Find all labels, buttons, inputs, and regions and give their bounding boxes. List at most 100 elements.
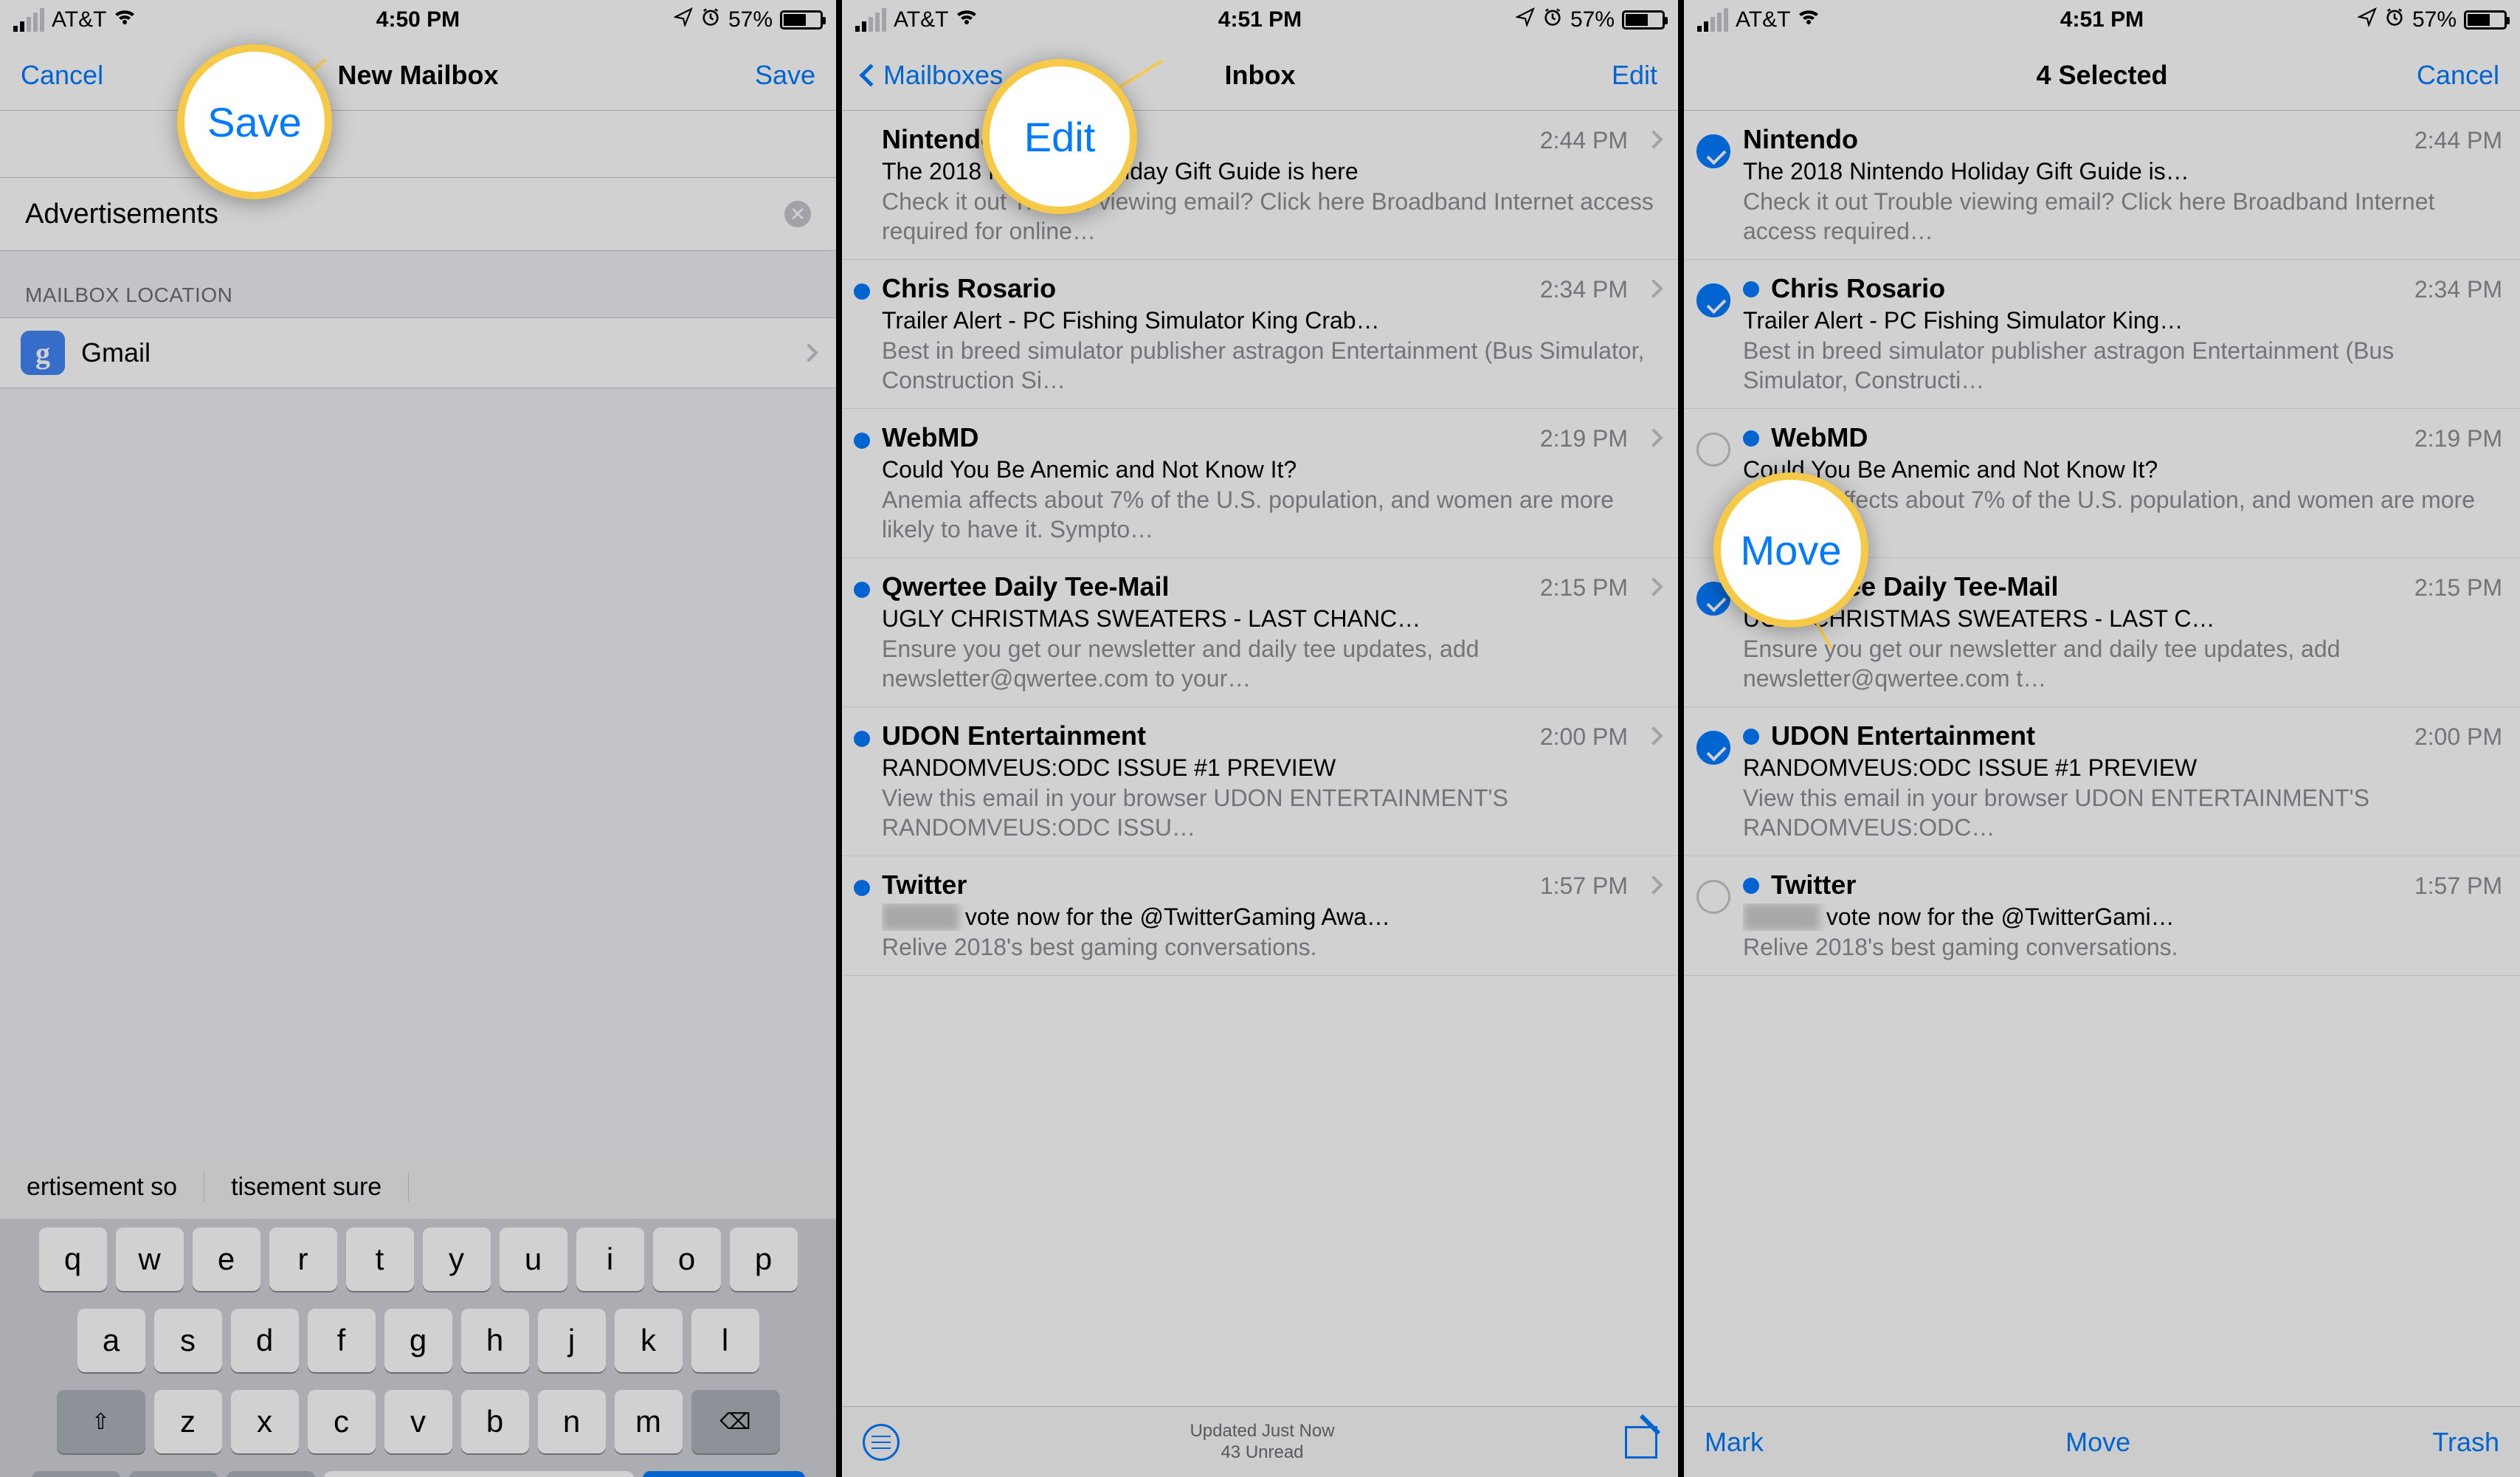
message-row[interactable]: WebMD2:19 PMCould You Be Anemic and Not … bbox=[842, 409, 1678, 558]
key-c[interactable]: c bbox=[308, 1390, 376, 1453]
status-bar: AT&T 4:51 PM 57% bbox=[842, 0, 1678, 40]
key-e[interactable]: e bbox=[193, 1228, 260, 1291]
key-l[interactable]: l bbox=[691, 1309, 759, 1372]
nav-bar: 4 Selected Cancel bbox=[1684, 40, 2520, 111]
key-n[interactable]: n bbox=[538, 1390, 606, 1453]
key-y[interactable]: y bbox=[423, 1228, 491, 1291]
sender-label: Chris Rosario bbox=[1771, 273, 2403, 304]
key-m[interactable]: m bbox=[615, 1390, 683, 1453]
message-list: Nintendo2:44 PMThe 2018 Nintendo Holiday… bbox=[842, 111, 1678, 1477]
subject-label: RANDOMVEUS:ODC ISSUE #1 PREVIEW bbox=[882, 754, 1660, 782]
battery-icon bbox=[2464, 10, 2507, 30]
time-label: 1:57 PM bbox=[2414, 872, 2502, 900]
key-z[interactable]: z bbox=[154, 1390, 222, 1453]
chevron-right-icon bbox=[1644, 726, 1663, 745]
message-row[interactable]: Nintendo2:44 PMThe 2018 Nintendo Holiday… bbox=[1684, 111, 2520, 260]
key-x[interactable]: x bbox=[231, 1390, 299, 1453]
message-row[interactable]: Twitter1:57 PMxxxxxx vote now for the @T… bbox=[1684, 856, 2520, 976]
key-q[interactable]: q bbox=[39, 1228, 107, 1291]
compose-button[interactable] bbox=[1625, 1426, 1657, 1459]
sender-label: WebMD bbox=[1771, 422, 2403, 453]
select-checkbox[interactable] bbox=[1696, 134, 1730, 168]
key-h[interactable]: h bbox=[461, 1309, 529, 1372]
updated-label: Updated Just Now bbox=[1190, 1421, 1334, 1442]
mailbox-name-input[interactable] bbox=[25, 199, 654, 230]
message-row[interactable]: UDON Entertainment2:00 PMRANDOMVEUS:ODC … bbox=[842, 707, 1678, 856]
key-Done[interactable]: Done bbox=[643, 1471, 805, 1477]
mark-button[interactable]: Mark bbox=[1705, 1427, 1764, 1458]
chevron-right-icon bbox=[1644, 279, 1663, 297]
preview-label: Check it out Trouble viewing email? Clic… bbox=[882, 187, 1660, 246]
suggestion[interactable]: ertisement so bbox=[0, 1173, 204, 1202]
chevron-right-icon bbox=[1644, 130, 1663, 148]
time-label: 2:19 PM bbox=[2414, 425, 2502, 452]
select-checkbox[interactable] bbox=[1696, 283, 1730, 317]
status-bar: AT&T 4:50 PM 57% bbox=[0, 0, 836, 40]
keyboard[interactable]: ertisement so tisement sure qwertyuiop a… bbox=[0, 1155, 836, 1477]
preview-label: Anemia affects about 7% of the U.S. popu… bbox=[882, 485, 1660, 544]
key-space[interactable]: space bbox=[324, 1471, 634, 1477]
key-w[interactable]: w bbox=[116, 1228, 184, 1291]
key-g[interactable]: g bbox=[384, 1309, 452, 1372]
key-i[interactable]: i bbox=[576, 1228, 644, 1291]
key-u[interactable]: u bbox=[500, 1228, 567, 1291]
subject-label: Could You Be Anemic and Not Know It? bbox=[1743, 456, 2502, 483]
subject-label: Trailer Alert - PC Fishing Simulator Kin… bbox=[1743, 307, 2502, 334]
message-row[interactable]: Chris Rosario2:34 PMTrailer Alert - PC F… bbox=[842, 260, 1678, 409]
suggestion[interactable]: tisement sure bbox=[204, 1173, 409, 1202]
status-bar: AT&T 4:51 PM 57% bbox=[1684, 0, 2520, 40]
message-row[interactable]: Nintendo2:44 PMThe 2018 Nintendo Holiday… bbox=[842, 111, 1678, 260]
key-s[interactable]: s bbox=[154, 1309, 222, 1372]
message-row[interactable]: Chris Rosario2:34 PMTrailer Alert - PC F… bbox=[1684, 260, 2520, 409]
screen-new-mailbox: AT&T 4:50 PM 57% Cancel New Mailbox Save bbox=[0, 0, 839, 1477]
unread-dot-icon bbox=[1743, 729, 1759, 745]
key-r[interactable]: r bbox=[269, 1228, 337, 1291]
key-o[interactable]: o bbox=[653, 1228, 721, 1291]
nav-bar: Mailboxes Inbox Edit bbox=[842, 40, 1678, 111]
filter-button[interactable] bbox=[863, 1424, 900, 1461]
key-j[interactable]: j bbox=[538, 1309, 606, 1372]
message-row[interactable]: Twitter1:57 PMxxxxxx vote now for the @T… bbox=[842, 856, 1678, 976]
key-b[interactable]: b bbox=[461, 1390, 529, 1453]
key-p[interactable]: p bbox=[730, 1228, 798, 1291]
key-🌐[interactable]: 🌐 bbox=[129, 1471, 218, 1477]
unread-dot-icon bbox=[854, 880, 870, 896]
subject-label: Could You Be Anemic and Not Know It? bbox=[882, 456, 1660, 483]
key-v[interactable]: v bbox=[384, 1390, 452, 1453]
key-🎤[interactable]: 🎤 bbox=[227, 1471, 315, 1477]
battery-icon bbox=[1622, 10, 1665, 30]
key-d[interactable]: d bbox=[231, 1309, 299, 1372]
key-123[interactable]: 123 bbox=[32, 1471, 120, 1477]
time-label: 1:57 PM bbox=[1540, 872, 1628, 900]
key-a[interactable]: a bbox=[77, 1309, 145, 1372]
message-row[interactable]: Qwertee Daily Tee-Mail2:15 PMUGLY CHRIST… bbox=[842, 558, 1678, 707]
preview-label: Best in breed simulator publisher astrag… bbox=[1743, 336, 2502, 395]
select-checkbox[interactable] bbox=[1696, 880, 1730, 914]
mailbox-location-row[interactable]: g Gmail bbox=[0, 317, 836, 388]
time-label: 2:15 PM bbox=[2414, 574, 2502, 602]
sender-label: Qwertee Daily Tee-Mail bbox=[1771, 571, 2403, 602]
move-button[interactable]: Move bbox=[2065, 1427, 2130, 1458]
sender-label: Chris Rosario bbox=[882, 273, 1528, 304]
preview-label: Check it out Trouble viewing email? Clic… bbox=[1743, 187, 2502, 246]
clear-text-icon[interactable]: ✕ bbox=[784, 201, 811, 227]
subject-label: xxxxxx vote now for the @TwitterGaming A… bbox=[882, 903, 1660, 931]
nav-title: New Mailbox bbox=[0, 60, 836, 91]
time-label: 2:44 PM bbox=[2414, 127, 2502, 154]
key-f[interactable]: f bbox=[308, 1309, 376, 1372]
select-checkbox[interactable] bbox=[1696, 731, 1730, 765]
key-k[interactable]: k bbox=[615, 1309, 683, 1372]
subject-label: UGLY CHRISTMAS SWEATERS - LAST C… bbox=[1743, 605, 2502, 633]
trash-button[interactable]: Trash bbox=[2432, 1427, 2499, 1458]
time-label: 2:19 PM bbox=[1540, 425, 1628, 452]
key-t[interactable]: t bbox=[346, 1228, 414, 1291]
key-⌫[interactable]: ⌫ bbox=[691, 1390, 780, 1453]
clock: 4:51 PM bbox=[1684, 7, 2520, 32]
select-checkbox[interactable] bbox=[1696, 433, 1730, 466]
message-row[interactable]: UDON Entertainment2:00 PMRANDOMVEUS:ODC … bbox=[1684, 707, 2520, 856]
unread-dot-icon bbox=[854, 582, 870, 598]
preview-label: Relive 2018's best gaming conversations. bbox=[1743, 932, 2502, 962]
sender-label: UDON Entertainment bbox=[1771, 720, 2403, 751]
key-⇧[interactable]: ⇧ bbox=[57, 1390, 145, 1453]
unread-dot-icon bbox=[1743, 430, 1759, 447]
